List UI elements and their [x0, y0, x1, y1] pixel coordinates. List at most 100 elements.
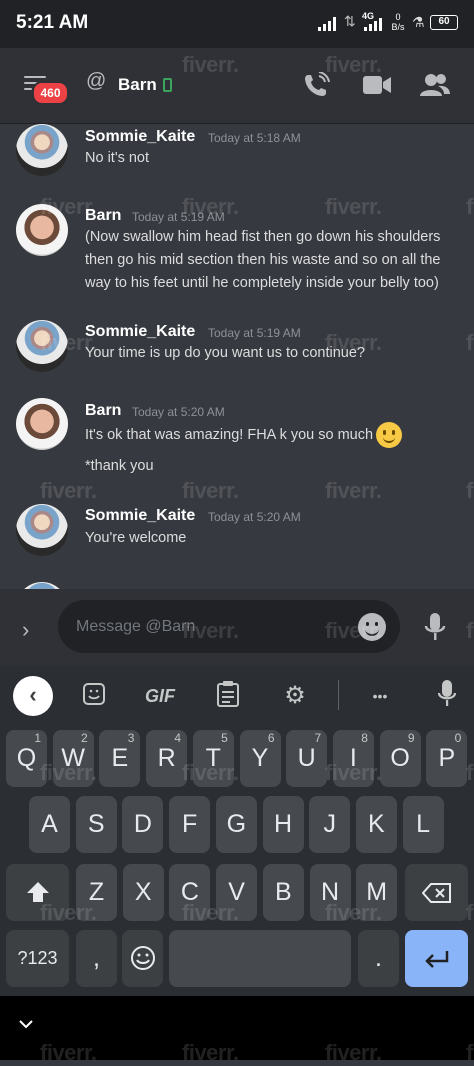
symbols-key[interactable]: ?123 [6, 930, 69, 987]
avatar[interactable] [16, 398, 68, 450]
key-a[interactable]: A [29, 796, 70, 853]
dm-recipient-name[interactable]: Barn [118, 75, 157, 95]
key-q-label: Q [16, 744, 37, 772]
message-author[interactable]: Barn [85, 207, 121, 225]
message-timestamp: Today at 5:20 AM [132, 405, 225, 419]
emoji-picker-icon[interactable] [358, 613, 386, 641]
data-rate: 0 B/s [390, 12, 406, 32]
key-z[interactable]: Z [76, 864, 117, 921]
key-o-label: O [390, 744, 410, 772]
message-text: *thank you [85, 458, 154, 474]
key-e-label: E [111, 744, 129, 772]
key-n[interactable]: N [309, 864, 351, 921]
key-a-label: A [41, 810, 58, 838]
video-call-icon[interactable] [362, 74, 392, 96]
key-g[interactable]: G [215, 796, 257, 853]
key-p-hint: 0 [454, 731, 462, 745]
enter-icon [424, 951, 448, 968]
key-y[interactable]: Y6 [239, 730, 281, 787]
avatar[interactable] [16, 320, 68, 372]
backspace-key[interactable] [405, 864, 468, 921]
sticker-icon[interactable] [82, 682, 106, 706]
key-m[interactable]: M [356, 864, 398, 921]
enter-key[interactable] [405, 930, 468, 987]
message-timestamp: Today at 5:18 AM [208, 131, 301, 145]
message-timestamp: Today at 5:19 AM [208, 326, 301, 340]
data-rate-value: 0 [395, 12, 401, 22]
slightly-smiling-face-emoji [376, 422, 403, 448]
space-key[interactable] [169, 930, 351, 987]
key-k[interactable]: K [355, 796, 397, 853]
key-h[interactable]: H [262, 796, 304, 853]
key-e-hint: 3 [127, 731, 135, 745]
key-l[interactable]: L [402, 796, 444, 853]
key-h-label: H [273, 810, 293, 838]
key-r-label: R [157, 744, 176, 772]
comma-key[interactable]: , [76, 930, 117, 987]
shift-key[interactable] [6, 864, 69, 921]
key-c[interactable]: C [169, 864, 211, 921]
emoji-key[interactable] [122, 930, 163, 987]
key-x[interactable]: X [122, 864, 164, 921]
key-b[interactable]: B [262, 864, 304, 921]
message-input[interactable] [58, 600, 400, 653]
comma-key-label: , [93, 944, 100, 972]
key-j-label: J [323, 810, 336, 838]
message-list[interactable]: Sommie_Kaite Today at 5:18 AM No it's no… [0, 124, 474, 589]
key-f[interactable]: F [169, 796, 211, 853]
message-timestamp: Today at 5:19 AM [132, 210, 225, 224]
avatar[interactable] [16, 124, 68, 176]
avatar[interactable] [16, 582, 68, 589]
cell-signal-icon-2 [364, 18, 384, 31]
key-j[interactable]: J [309, 796, 351, 853]
members-icon[interactable] [420, 72, 450, 98]
key-w-hint: 2 [81, 731, 88, 745]
battery-icon: 60 [430, 15, 458, 30]
avatar[interactable] [16, 204, 68, 256]
key-b-label: B [274, 878, 292, 906]
period-key[interactable]: . [358, 930, 399, 987]
settings-gear-icon[interactable]: ⚙ [280, 679, 310, 713]
microphone-icon[interactable] [422, 611, 448, 645]
message-author[interactable]: Barn [85, 402, 121, 420]
key-e[interactable]: E3 [99, 730, 141, 787]
message-text: Your time is up do you want us to contin… [85, 345, 365, 361]
more-options-icon[interactable]: ••• [362, 679, 398, 713]
key-v[interactable]: V [216, 864, 258, 921]
key-k-label: K [368, 810, 385, 838]
key-t[interactable]: T5 [192, 730, 234, 787]
key-i[interactable]: I8 [332, 730, 374, 787]
hide-keyboard-chevron-icon[interactable] [18, 1018, 34, 1030]
battery-level: 60 [438, 16, 450, 27]
message-author[interactable]: Sommie_Kaite [85, 323, 195, 341]
key-q[interactable]: Q1 [6, 730, 47, 787]
key-w[interactable]: W2 [52, 730, 94, 787]
backspace-icon [421, 883, 451, 903]
message-text: You're welcome [85, 530, 187, 546]
key-f-label: F [181, 810, 198, 838]
toolbar-divider [338, 680, 339, 710]
key-u-hint: 7 [314, 731, 322, 745]
status-bar: 5:21 AM ⇅ 4G 0 B/s ⚗ 60 [0, 0, 474, 48]
keyboard-back-icon[interactable]: ‹ [13, 676, 53, 716]
shift-icon [26, 882, 49, 902]
key-p[interactable]: P0 [426, 730, 468, 787]
key-r-hint: 4 [174, 731, 182, 745]
key-d[interactable]: D [122, 796, 164, 853]
key-y-label: Y [251, 744, 269, 772]
expand-actions-icon[interactable]: › [22, 617, 29, 643]
voice-call-icon[interactable] [302, 72, 332, 100]
gif-button[interactable]: GIF [140, 679, 180, 713]
message-author[interactable]: Sommie_Kaite [85, 507, 195, 525]
key-o[interactable]: O9 [379, 730, 421, 787]
message-timestamp: Today at 5:20 AM [208, 510, 301, 524]
clipboard-icon[interactable] [216, 680, 240, 708]
key-u[interactable]: U7 [286, 730, 328, 787]
key-g-label: G [226, 810, 247, 838]
voice-input-icon[interactable] [437, 679, 457, 709]
avatar[interactable] [16, 504, 68, 556]
key-s[interactable]: S [75, 796, 117, 853]
key-d-label: D [133, 810, 152, 838]
message-author[interactable]: Sommie_Kaite [85, 128, 195, 146]
key-r[interactable]: R4 [146, 730, 188, 787]
